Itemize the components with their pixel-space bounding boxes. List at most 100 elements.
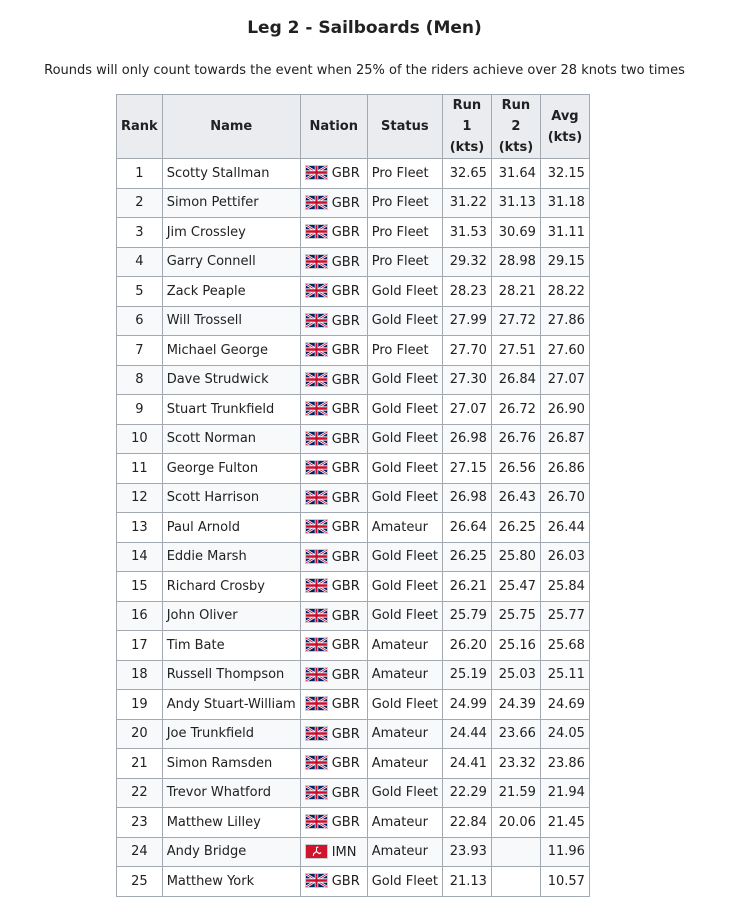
results-table: Rank Name Nation Status Run 1 (kts) Run … [116, 94, 590, 897]
run1-cell: 26.98 [441, 482, 492, 513]
results-body: 1 Scotty Stallman GBR Pro Fleet 32.65 31.64 3… [116, 158, 590, 897]
table-row: 10 Scott Norman GBR Gold Fleet 26.98 26.76 26… [116, 423, 590, 454]
name-cell: John Oliver [161, 600, 301, 631]
run1-cell: 24.44 [441, 718, 492, 749]
status-cell: Gold Fleet [366, 364, 443, 395]
run1-cell: 21.13 [441, 866, 492, 897]
nation-cell: GBR [299, 718, 368, 749]
run2-cell: 27.72 [490, 305, 541, 336]
nation-cell: GBR [299, 630, 368, 661]
rank-cell: 6 [116, 305, 163, 336]
status-cell: Amateur [366, 748, 443, 779]
table-row: 2 Simon Pettifer GBR Pro Fleet 31.22 31.13 31… [116, 187, 590, 218]
table-row: 5 Zack Peaple GBR Gold Fleet 28.23 28.21 28.2… [116, 276, 590, 307]
union-jack-flag-icon [304, 430, 328, 446]
run2-cell: 24.39 [490, 689, 541, 720]
rules-note: Rounds will only count towards the event… [44, 63, 685, 78]
run2-cell: 28.98 [490, 246, 541, 277]
rank-cell: 12 [116, 482, 163, 513]
union-jack-flag-icon [304, 578, 328, 594]
nation-code: GBR [331, 225, 360, 241]
nation-cell: GBR [299, 482, 368, 513]
table-row: 23 Matthew Lilley GBR Amateur 22.84 20.06 21.… [116, 807, 590, 838]
table-row: 1 Scotty Stallman GBR Pro Fleet 32.65 31.64 3… [116, 158, 590, 189]
status-cell: Gold Fleet [366, 541, 443, 572]
avg-cell: 28.22 [539, 276, 590, 307]
status-cell: Amateur [366, 807, 443, 838]
name-cell: Paul Arnold [161, 512, 301, 543]
nation-cell: GBR [299, 600, 368, 631]
status-cell: Gold Fleet [366, 571, 443, 602]
run1-cell: 28.23 [441, 276, 492, 307]
name-cell: Eddie Marsh [161, 541, 301, 572]
nation-cell: GBR [299, 659, 368, 690]
table-row: 4 Garry Connell GBR Pro Fleet 29.32 28.98 29.… [116, 246, 590, 277]
col-header-avg: Avg (kts) [539, 94, 590, 159]
status-cell: Gold Fleet [366, 276, 443, 307]
table-row: 9 Stuart Trunkfield GBR Gold Fleet 27.07 26.… [116, 394, 590, 425]
union-jack-flag-icon [304, 283, 328, 299]
status-cell: Gold Fleet [366, 482, 443, 513]
avg-cell: 23.86 [539, 748, 590, 779]
status-cell: Gold Fleet [366, 423, 443, 454]
nation-cell: GBR [299, 689, 368, 720]
avg-cell: 25.77 [539, 600, 590, 631]
avg-cell: 25.68 [539, 630, 590, 661]
nation-cell: GBR [299, 777, 368, 808]
run2-cell: 26.56 [490, 453, 541, 484]
run2-cell: 27.51 [490, 335, 541, 366]
run1-cell: 22.29 [441, 777, 492, 808]
rank-cell: 2 [116, 187, 163, 218]
status-cell: Amateur [366, 630, 443, 661]
name-cell: Dave Strudwick [161, 364, 301, 395]
table-row: 11 George Fulton GBR Gold Fleet 27.15 26.56 2… [116, 453, 590, 484]
nation-cell: GBR [299, 276, 368, 307]
table-row: 24 Andy Bridge IMN Amateur 23.93 11.96 [116, 836, 590, 867]
run2-cell: 25.47 [490, 571, 541, 602]
status-cell: Pro Fleet [366, 158, 443, 189]
rank-cell: 16 [116, 600, 163, 631]
nation-code: GBR [331, 166, 360, 182]
table-row: 6 Will Trossell GBR Gold Fleet 27.99 27.72 27… [116, 305, 590, 336]
col-header-run1: Run 1 (kts) [441, 94, 492, 159]
nation-cell: GBR [299, 748, 368, 779]
run2-cell: 26.43 [490, 482, 541, 513]
union-jack-flag-icon [304, 253, 328, 269]
col-header-name: Name [161, 94, 301, 159]
run1-cell: 27.99 [441, 305, 492, 336]
nation-code: GBR [331, 667, 360, 683]
run2-cell: 26.25 [490, 512, 541, 543]
union-jack-flag-icon [304, 666, 328, 682]
nation-cell: GBR [299, 246, 368, 277]
col-header-rank: Rank [116, 94, 163, 159]
nation-cell: GBR [299, 571, 368, 602]
avg-cell: 21.94 [539, 777, 590, 808]
table-row: 21 Simon Ramsden GBR Amateur 24.41 23.32 23.8… [116, 748, 590, 779]
union-jack-flag-icon [304, 342, 328, 358]
union-jack-flag-icon [304, 814, 328, 830]
header-row: Rank Name Nation Status Run 1 (kts) Run … [116, 94, 590, 159]
run1-cell: 24.41 [441, 748, 492, 779]
union-jack-flag-icon [304, 165, 328, 181]
union-jack-flag-icon [304, 784, 328, 800]
name-cell: Simon Ramsden [161, 748, 301, 779]
run1-cell: 23.93 [441, 836, 492, 867]
avg-cell: 21.45 [539, 807, 590, 838]
union-jack-flag-icon [304, 194, 328, 210]
nation-cell: GBR [299, 866, 368, 897]
status-cell: Amateur [366, 836, 443, 867]
rank-cell: 19 [116, 689, 163, 720]
nation-code: GBR [331, 195, 360, 211]
status-cell: Gold Fleet [366, 689, 443, 720]
table-row: 25 Matthew York GBR Gold Fleet 21.13 10.57 [116, 866, 590, 897]
table-row: 7 Michael George GBR Pro Fleet 27.70 27.51 27… [116, 335, 590, 366]
rank-cell: 4 [116, 246, 163, 277]
rank-cell: 13 [116, 512, 163, 543]
name-cell: Will Trossell [161, 305, 301, 336]
nation-cell: IMN [299, 836, 368, 867]
rank-cell: 14 [116, 541, 163, 572]
nation-cell: GBR [299, 453, 368, 484]
nation-code: GBR [331, 284, 360, 300]
run1-cell: 25.19 [441, 659, 492, 690]
run2-cell: 30.69 [490, 217, 541, 248]
